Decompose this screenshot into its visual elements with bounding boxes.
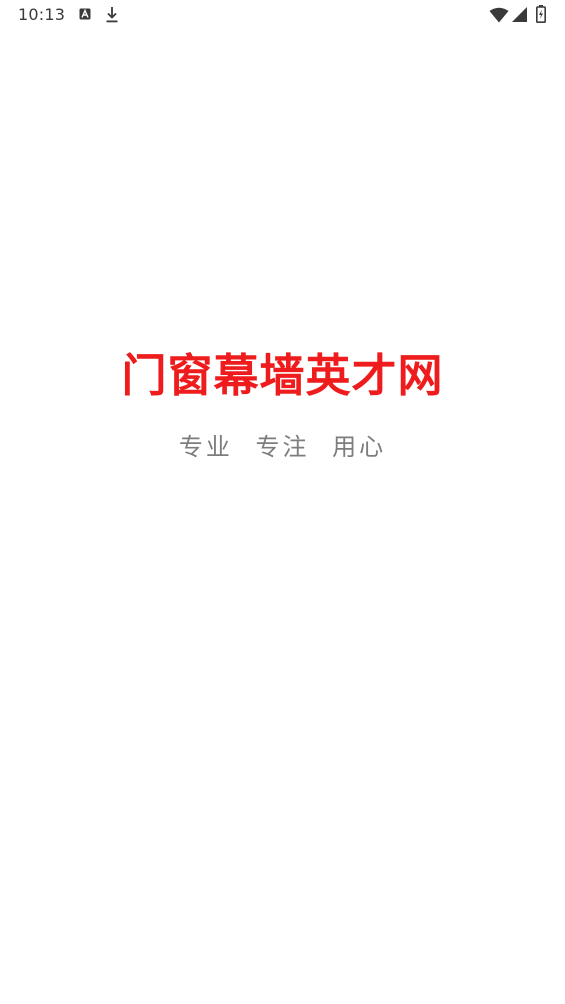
download-icon — [106, 7, 118, 23]
wifi-icon — [489, 7, 509, 23]
cell-signal-icon — [512, 7, 527, 22]
slogan-part-dedicated: 用心 — [332, 433, 387, 461]
battery-charging-icon — [536, 5, 546, 23]
autofill-a-icon — [79, 8, 91, 20]
slogan: 专业 专注 用心 — [0, 430, 565, 464]
app-logo-title: 门窗幕墙英才网 — [121, 349, 444, 402]
status-bar: 10:13 — [0, 0, 565, 32]
splash-screen: 10:13 门窗幕墙英才网 专业 专注 用心 — [0, 0, 565, 1004]
status-time: 10:13 — [18, 5, 66, 24]
slogan-part-focused: 专注 — [255, 433, 310, 461]
slogan-part-professional: 专业 — [178, 433, 233, 461]
